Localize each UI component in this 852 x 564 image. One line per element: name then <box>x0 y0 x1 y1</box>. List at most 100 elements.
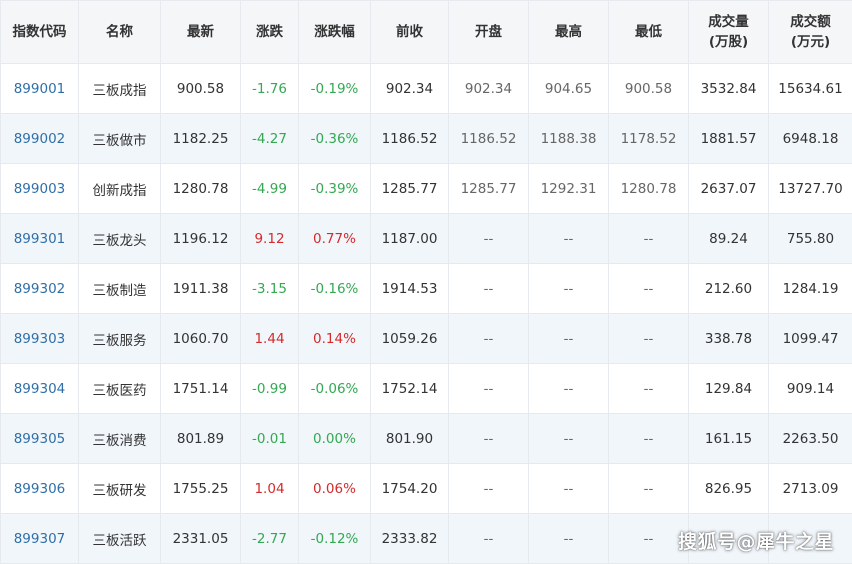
volume-cell: 129.84 <box>689 364 769 414</box>
table-body: 899001三板成指900.58-1.76-0.19%902.34902.349… <box>1 64 852 564</box>
table-row[interactable]: 899003创新成指1280.78-4.99-0.39%1285.771285.… <box>1 164 852 214</box>
table-row[interactable]: 899306三板研发1755.251.040.06%1754.20------8… <box>1 464 852 514</box>
header-index-code[interactable]: 指数代码 <box>1 1 79 64</box>
table-row[interactable]: 899305三板消费801.89-0.010.00%801.90------16… <box>1 414 852 464</box>
name-cell: 三板做市 <box>79 114 161 164</box>
name-cell: 创新成指 <box>79 164 161 214</box>
header-volume[interactable]: 成交量(万股) <box>689 1 769 64</box>
index-code-cell[interactable]: 899305 <box>1 414 79 464</box>
header-high[interactable]: 最高 <box>529 1 609 64</box>
low-cell: -- <box>609 214 689 264</box>
table-row[interactable]: 899307三板活跃2331.05-2.77-0.12%2333.82-----… <box>1 514 852 564</box>
high-cell: -- <box>529 214 609 264</box>
change-pct-cell: -0.16% <box>299 264 371 314</box>
header-prev-close[interactable]: 前收 <box>371 1 449 64</box>
change-pct-cell: 0.77% <box>299 214 371 264</box>
name-cell: 三板成指 <box>79 64 161 114</box>
amount-cell: 2713.09 <box>769 464 852 514</box>
latest-cell: 1911.38 <box>161 264 241 314</box>
header-latest[interactable]: 最新 <box>161 1 241 64</box>
amount-cell: 15634.61 <box>769 64 852 114</box>
index-code-cell[interactable]: 899001 <box>1 64 79 114</box>
low-cell: 1178.52 <box>609 114 689 164</box>
volume-cell: 89.24 <box>689 214 769 264</box>
prev-close-cell: 1914.53 <box>371 264 449 314</box>
prev-close-cell: 902.34 <box>371 64 449 114</box>
header-amount[interactable]: 成交额(万元) <box>769 1 852 64</box>
table-row[interactable]: 899304三板医药1751.14-0.99-0.06%1752.14-----… <box>1 364 852 414</box>
index-code-cell[interactable]: 899302 <box>1 264 79 314</box>
amount-cell: 755.80 <box>769 214 852 264</box>
header-change-pct[interactable]: 涨跌幅 <box>299 1 371 64</box>
high-cell: 904.65 <box>529 64 609 114</box>
prev-close-cell: 1285.77 <box>371 164 449 214</box>
change-pct-cell: -0.06% <box>299 364 371 414</box>
high-cell: -- <box>529 464 609 514</box>
open-cell: 1285.77 <box>449 164 529 214</box>
volume-cell: 826.95 <box>689 464 769 514</box>
table-row[interactable]: 899303三板服务1060.701.440.14%1059.26------3… <box>1 314 852 364</box>
latest-cell: 1182.25 <box>161 114 241 164</box>
change-pct-cell: 0.00% <box>299 414 371 464</box>
prev-close-cell: 1059.26 <box>371 314 449 364</box>
amount-cell: 1099.47 <box>769 314 852 364</box>
index-code-cell[interactable]: 899303 <box>1 314 79 364</box>
volume-cell: 3532.84 <box>689 64 769 114</box>
high-cell: 1188.38 <box>529 114 609 164</box>
index-code-cell[interactable]: 899002 <box>1 114 79 164</box>
header-open[interactable]: 开盘 <box>449 1 529 64</box>
open-cell: -- <box>449 514 529 564</box>
change-pct-cell: -0.36% <box>299 114 371 164</box>
change-cell: 9.12 <box>241 214 299 264</box>
change-pct-cell: -0.12% <box>299 514 371 564</box>
latest-cell: 1751.14 <box>161 364 241 414</box>
change-cell: -0.99 <box>241 364 299 414</box>
change-cell: 1.44 <box>241 314 299 364</box>
prev-close-cell: 1187.00 <box>371 214 449 264</box>
high-cell: -- <box>529 314 609 364</box>
change-pct-cell: -0.19% <box>299 64 371 114</box>
open-cell: -- <box>449 414 529 464</box>
name-cell: 三板龙头 <box>79 214 161 264</box>
table-row[interactable]: 899301三板龙头1196.129.120.77%1187.00------8… <box>1 214 852 264</box>
change-pct-cell: 0.14% <box>299 314 371 364</box>
volume-cell <box>689 514 769 564</box>
amount-cell: 13727.70 <box>769 164 852 214</box>
high-cell: -- <box>529 264 609 314</box>
low-cell: -- <box>609 364 689 414</box>
open-cell: -- <box>449 314 529 364</box>
volume-cell: 2637.07 <box>689 164 769 214</box>
high-cell: 1292.31 <box>529 164 609 214</box>
volume-cell: 1881.57 <box>689 114 769 164</box>
change-pct-cell: -0.39% <box>299 164 371 214</box>
open-cell: -- <box>449 464 529 514</box>
latest-cell: 2331.05 <box>161 514 241 564</box>
table-header-row: 指数代码 名称 最新 涨跌 涨跌幅 前收 开盘 最高 最低 成交量(万股) 成交… <box>1 1 852 64</box>
open-cell: 902.34 <box>449 64 529 114</box>
table-row[interactable]: 899302三板制造1911.38-3.15-0.16%1914.53-----… <box>1 264 852 314</box>
table-row[interactable]: 899002三板做市1182.25-4.27-0.36%1186.521186.… <box>1 114 852 164</box>
header-low[interactable]: 最低 <box>609 1 689 64</box>
change-cell: -3.15 <box>241 264 299 314</box>
latest-cell: 1755.25 <box>161 464 241 514</box>
latest-cell: 1196.12 <box>161 214 241 264</box>
index-code-cell[interactable]: 899301 <box>1 214 79 264</box>
header-change[interactable]: 涨跌 <box>241 1 299 64</box>
high-cell: -- <box>529 414 609 464</box>
change-cell: -4.99 <box>241 164 299 214</box>
header-name[interactable]: 名称 <box>79 1 161 64</box>
change-cell: -2.77 <box>241 514 299 564</box>
open-cell: 1186.52 <box>449 114 529 164</box>
table-row[interactable]: 899001三板成指900.58-1.76-0.19%902.34902.349… <box>1 64 852 114</box>
change-cell: -0.01 <box>241 414 299 464</box>
index-code-cell[interactable]: 899003 <box>1 164 79 214</box>
index-code-cell[interactable]: 899306 <box>1 464 79 514</box>
volume-cell: 161.15 <box>689 414 769 464</box>
index-code-cell[interactable]: 899304 <box>1 364 79 414</box>
open-cell: -- <box>449 364 529 414</box>
index-code-cell[interactable]: 899307 <box>1 514 79 564</box>
low-cell: 900.58 <box>609 64 689 114</box>
low-cell: -- <box>609 264 689 314</box>
prev-close-cell: 1754.20 <box>371 464 449 514</box>
name-cell: 三板活跃 <box>79 514 161 564</box>
